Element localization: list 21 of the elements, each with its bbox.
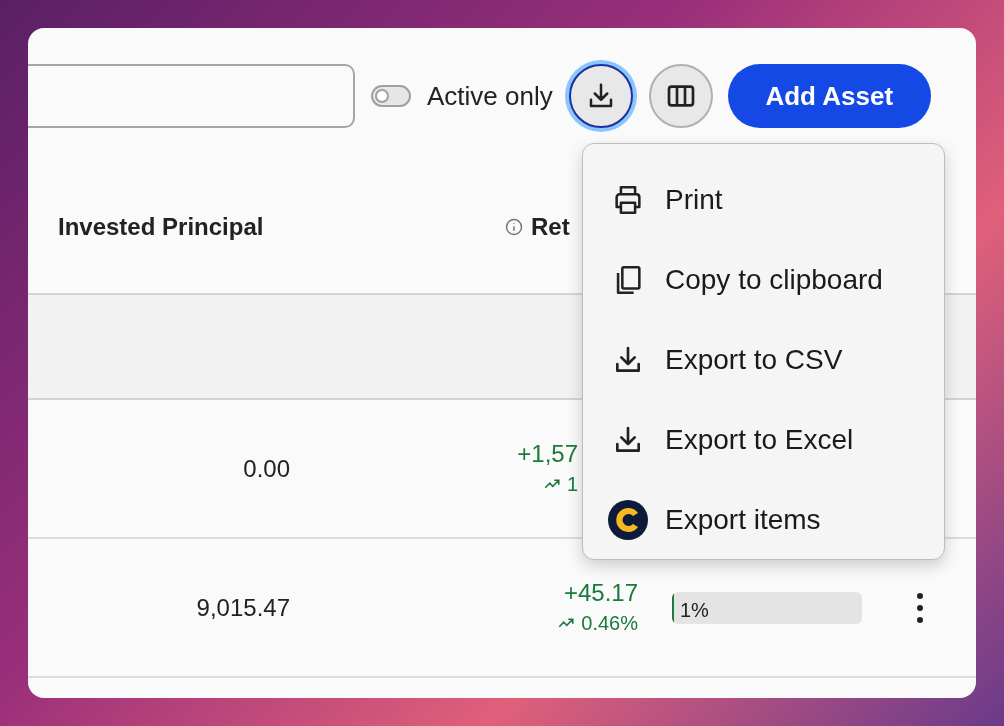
menu-item[interactable]: Print [583,160,944,240]
principal-value: 9,015.47 [196,593,290,621]
export-button[interactable] [568,64,633,128]
return-percent: 0.46% [581,610,638,636]
return-percent: 1 [566,471,578,497]
logo-icon [608,500,648,540]
share-label: 1% [680,597,709,623]
toggle-label: Active only [427,79,553,113]
menu-item[interactable]: Export to Excel [583,400,944,480]
return-value: +45.17 [563,577,638,608]
menu-item[interactable]: Copy to clipboard [583,240,944,320]
toggle-switch[interactable] [371,85,411,107]
column-header: Invested Principal [58,211,264,242]
return-value: +1,57 [517,438,578,469]
menu-item[interactable]: Export items [583,480,944,560]
search-field[interactable] [28,64,355,128]
principal-value: 0.00 [243,454,290,482]
info-icon [505,217,523,236]
column-header: Ret [531,211,570,242]
add-asset-button[interactable]: Add Asset [727,64,931,128]
menu-item[interactable]: Export to CSV [583,320,944,400]
